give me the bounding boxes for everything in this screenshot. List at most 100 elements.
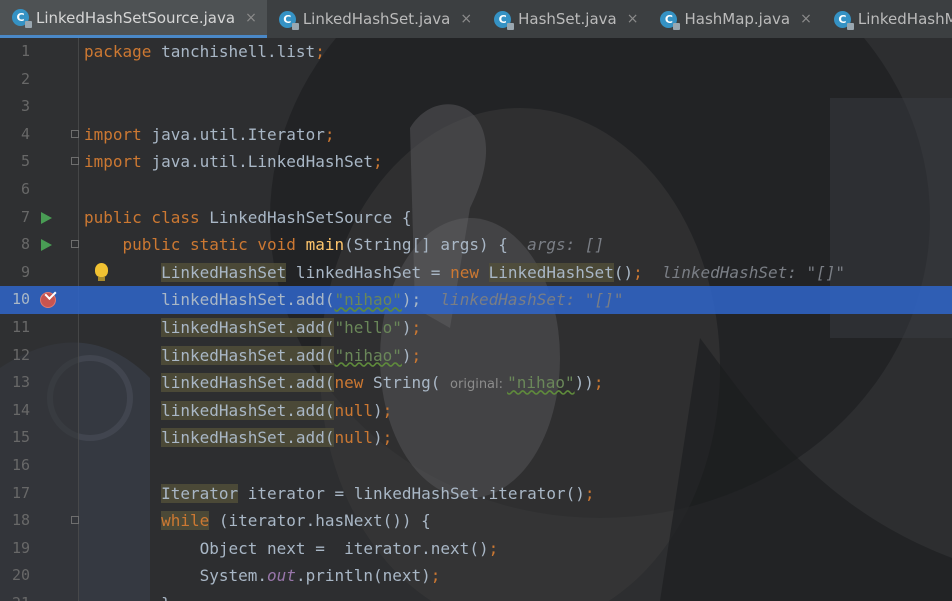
code-text[interactable]: linkedHashSet.add("nihao");	[84, 342, 421, 370]
editor-tab[interactable]: C LinkedHashSet.java ×	[267, 0, 482, 38]
code-text[interactable]: Object next = iterator.next();	[84, 535, 499, 563]
line-number[interactable]: 11	[0, 314, 30, 342]
code-line[interactable]: 4 import java.util.Iterator;	[0, 121, 952, 149]
code-text[interactable]: linkedHashSet.add(null);	[84, 424, 392, 452]
line-number[interactable]: 21	[0, 590, 30, 601]
code-line[interactable]: 6	[0, 176, 952, 204]
code-line[interactable]: 19 Object next = iterator.next();	[0, 535, 952, 563]
line-number[interactable]: 8	[0, 231, 30, 259]
code-line[interactable]: 14 linkedHashSet.add(null);	[0, 397, 952, 425]
code-token: String(	[372, 373, 451, 393]
code-token: ;	[324, 124, 335, 144]
code-text[interactable]: linkedHashSet.add(new String( original: …	[84, 369, 604, 399]
line-number[interactable]: 13	[0, 369, 30, 397]
code-line[interactable]: 12 linkedHashSet.add("nihao");	[0, 342, 952, 370]
line-number[interactable]: 17	[0, 480, 30, 508]
close-tab-icon[interactable]: ×	[800, 11, 812, 27]
code-line[interactable]: 3	[0, 93, 952, 121]
code-line[interactable]: 15 linkedHashSet.add(null);	[0, 424, 952, 452]
line-number[interactable]: 9	[0, 259, 30, 287]
close-tab-icon[interactable]: ×	[627, 11, 639, 27]
line-number[interactable]: 1	[0, 38, 30, 66]
code-text[interactable]: }	[84, 590, 171, 601]
code-token: )	[372, 400, 383, 420]
code-text[interactable]: package tanchishell.list;	[84, 38, 325, 66]
code-token: }	[84, 594, 171, 601]
code-editor[interactable]: 1 package tanchishell.list; 2 3 4 import java…	[0, 38, 952, 601]
code-line[interactable]: 2	[0, 66, 952, 94]
code-line[interactable]: 9 LinkedHashSet linkedHashSet = new Link…	[0, 259, 952, 287]
code-token: linkedHashSet.add(	[161, 373, 335, 393]
line-number[interactable]: 7	[0, 204, 30, 232]
code-text[interactable]: while (iterator.hasNext()) {	[84, 507, 431, 535]
code-line[interactable]: 5 import java.util.LinkedHashSet;	[0, 148, 952, 176]
code-token: null	[334, 428, 373, 448]
run-icon[interactable]	[41, 239, 52, 252]
code-token: (iterator.hasNext()) {	[209, 511, 431, 531]
code-line[interactable]: 1 package tanchishell.list;	[0, 38, 952, 66]
fold-icon[interactable]	[71, 240, 79, 249]
fold-icon[interactable]	[71, 129, 79, 138]
line-number[interactable]: 20	[0, 562, 30, 590]
code-token: args: []	[527, 235, 605, 255]
code-token: )	[401, 318, 412, 337]
code-token: tanchishell.list	[161, 42, 316, 61]
fold-icon[interactable]	[71, 516, 79, 525]
line-number[interactable]: 3	[0, 93, 30, 121]
code-text[interactable]: public static void main(String[] args) {…	[84, 231, 605, 259]
fold-icon[interactable]	[71, 157, 79, 166]
code-token: );	[401, 290, 441, 310]
code-token: ;	[430, 566, 441, 586]
run-icon[interactable]	[41, 211, 52, 224]
line-number[interactable]: 6	[0, 176, 30, 204]
tab-label: LinkedHashSet.java	[302, 10, 451, 28]
code-text[interactable]: System.out.println(next);	[84, 562, 441, 590]
line-number[interactable]: 10	[0, 286, 30, 314]
code-text[interactable]: import java.util.Iterator;	[84, 121, 334, 149]
code-line[interactable]: 11 linkedHashSet.add("hello");	[0, 314, 952, 342]
close-tab-icon[interactable]: ×	[460, 11, 472, 27]
close-tab-icon[interactable]: ×	[245, 10, 257, 26]
code-token: Object next = iterator.next()	[84, 538, 489, 558]
line-number[interactable]: 4	[0, 121, 30, 149]
java-class-file-icon: C	[833, 10, 854, 30]
line-number[interactable]: 2	[0, 66, 30, 94]
code-text[interactable]: linkedHashSet.add("hello");	[84, 314, 421, 342]
code-line[interactable]: 10 linkedHashSet.add("nihao"); linkedHas…	[0, 286, 952, 314]
editor-tab[interactable]: C HashMap.java ×	[648, 0, 821, 38]
line-number[interactable]: 18	[0, 507, 30, 535]
code-text[interactable]: LinkedHashSet linkedHashSet = new Linked…	[84, 259, 845, 287]
line-number[interactable]: 12	[0, 342, 30, 370]
code-line[interactable]: 18 while (iterator.hasNext()) {	[0, 507, 952, 535]
editor-tab[interactable]: C HashSet.java ×	[482, 0, 648, 38]
code-line[interactable]: 8 public static void main(String[] args)…	[0, 231, 952, 259]
line-number[interactable]: 16	[0, 452, 30, 480]
code-text[interactable]: Iterator iterator = linkedHashSet.iterat…	[84, 480, 595, 508]
code-text[interactable]: linkedHashSet.add("nihao"); linkedHashSe…	[84, 286, 623, 314]
line-number[interactable]: 5	[0, 148, 30, 176]
code-text[interactable]: linkedHashSet.add(null);	[84, 397, 392, 425]
code-token: LinkedHashSet	[161, 262, 287, 282]
code-line[interactable]: 20 System.out.println(next);	[0, 562, 952, 590]
code-line[interactable]: 17 Iterator iterator = linkedHashSet.ite…	[0, 480, 952, 508]
code-line[interactable]: 7 public class LinkedHashSetSource {	[0, 204, 952, 232]
code-token: LinkedHashSetSource {	[209, 207, 412, 227]
code-line[interactable]: 13 linkedHashSet.add(new String( origina…	[0, 369, 952, 397]
code-line[interactable]: 21 }	[0, 590, 952, 601]
code-text[interactable]: import java.util.LinkedHashSet;	[84, 148, 383, 176]
code-text[interactable]: public class LinkedHashSetSource {	[84, 204, 412, 232]
editor-tab[interactable]: C LinkedHashSetSource.java ×	[0, 0, 267, 38]
line-number[interactable]: 19	[0, 535, 30, 563]
code-token: linkedHashSet.add(	[161, 428, 335, 448]
code-token: package	[84, 42, 162, 61]
code-token: out	[267, 566, 296, 586]
line-number[interactable]: 14	[0, 397, 30, 425]
code-line[interactable]: 16	[0, 452, 952, 480]
editor-tab[interactable]: CLinkedHashMap.java	[822, 0, 952, 38]
line-number[interactable]: 15	[0, 424, 30, 452]
code-token: ;	[584, 483, 595, 503]
